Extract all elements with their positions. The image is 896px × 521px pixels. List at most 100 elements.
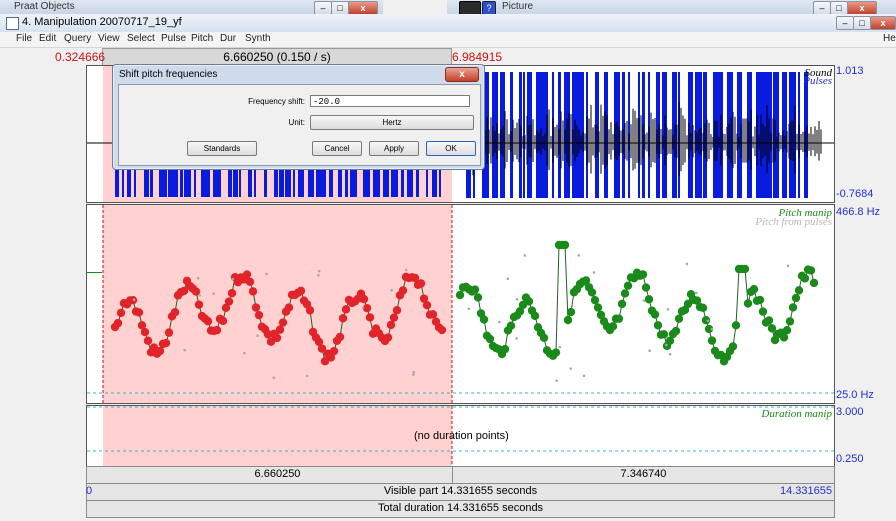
pitch-point <box>800 274 810 283</box>
close-icon[interactable]: x <box>847 1 877 15</box>
menu-pulse[interactable]: Pulse <box>161 33 186 44</box>
pitch-point <box>644 295 654 304</box>
pitch-from-pulses-point <box>666 308 670 311</box>
menu-synth[interactable]: Synth <box>245 33 271 44</box>
visible-part-bar[interactable]: Visible part 14.331655 seconds <box>86 483 835 501</box>
pitch-point <box>365 313 375 322</box>
pitch-point <box>653 321 663 330</box>
pitch-point <box>392 306 402 315</box>
apply-button[interactable]: Apply <box>369 141 419 156</box>
pitch-point <box>500 344 510 354</box>
frequency-shift-label: Frequency shift: <box>248 97 305 106</box>
pitch-point <box>140 327 150 337</box>
pitch-point <box>164 328 174 337</box>
minimize-icon[interactable]: – <box>813 1 831 15</box>
pitch-from-pulses-point <box>390 288 393 292</box>
pitch-point <box>224 297 234 306</box>
pitch-from-pulses-point <box>412 373 415 376</box>
pitch-point <box>779 333 789 342</box>
pulse-mark <box>773 72 779 198</box>
pitch-panel[interactable]: Pitch manip Pitch from pulses <box>86 204 835 404</box>
selection-time-segment[interactable]: 6.660250 <box>103 467 453 483</box>
pitch-point <box>113 318 123 328</box>
pitch-point <box>305 306 315 315</box>
ok-button[interactable]: OK <box>426 141 476 156</box>
pitch-point <box>338 314 348 323</box>
standards-button[interactable]: Standards <box>187 141 257 156</box>
close-icon[interactable]: x <box>870 16 896 30</box>
selection-end-label: 6.984915 <box>452 50 503 64</box>
pitch-from-pulses-point <box>265 272 268 276</box>
pitch-from-pulses-point <box>317 273 320 277</box>
pitch-from-pulses-point <box>555 379 558 383</box>
pitch-from-pulses-point <box>642 299 646 302</box>
pitch-point <box>422 300 432 310</box>
pitch-point <box>479 315 489 324</box>
unit-option-menu[interactable]: Hertz <box>310 115 474 130</box>
pitch-from-pulses-point <box>183 348 186 352</box>
dialog-close-button[interactable]: x <box>445 67 479 82</box>
window-title: 4. Manipulation 20070717_19_yf <box>22 16 182 28</box>
pitch-from-pulses-point <box>592 271 596 274</box>
pitch-point <box>359 294 369 304</box>
time-bar[interactable]: 6.660250 7.346740 <box>86 466 835 484</box>
pitch-point <box>590 296 600 305</box>
pitch-from-pulses-point <box>558 345 562 349</box>
rest-time-segment[interactable]: 7.346740 <box>453 467 834 483</box>
menu-bar: File Edit Query View Select Pulse Pitch … <box>0 32 896 48</box>
background-objects-window-titlebar[interactable]: Praat Objects – □ x <box>0 0 383 15</box>
pitch-from-pulses-point <box>256 334 259 337</box>
close-icon[interactable]: x <box>348 1 378 15</box>
pitch-point <box>203 317 213 326</box>
pitch-point <box>608 322 618 331</box>
menu-help[interactable]: Hel <box>883 33 896 44</box>
pitch-point <box>764 316 774 325</box>
pitch-point <box>143 336 153 345</box>
pitch-point <box>416 279 426 288</box>
pitch-point <box>698 303 708 312</box>
toolbar-icon[interactable] <box>459 1 481 15</box>
help-icon[interactable]: ? <box>482 1 496 15</box>
pitch-point <box>806 266 816 275</box>
pitch-from-pulses-point <box>243 351 246 355</box>
menu-view[interactable]: View <box>98 33 120 44</box>
menu-edit[interactable]: Edit <box>39 33 56 44</box>
shift-pitch-dialog[interactable]: Shift pitch frequencies x Frequency shif… <box>112 64 485 170</box>
picture-window-title: Picture <box>502 1 534 12</box>
pitch-point <box>785 317 795 326</box>
menu-file[interactable]: File <box>16 33 32 44</box>
pitch-point <box>170 308 180 317</box>
manipulation-window-titlebar[interactable]: 4. Manipulation 20070717_19_yf – □ x <box>0 14 896 33</box>
menu-pitch[interactable]: Pitch <box>191 33 213 44</box>
menu-select[interactable]: Select <box>127 33 155 44</box>
pitch-from-pulses-point <box>582 374 586 378</box>
pitch-point <box>218 316 228 326</box>
pitch-point <box>155 346 165 356</box>
background-picture-window-titlebar[interactable]: ? Picture – □ x <box>447 0 896 15</box>
pitch-point <box>383 333 393 342</box>
frequency-shift-input[interactable]: -20.0 <box>310 95 470 107</box>
maximize-icon[interactable]: □ <box>853 16 871 30</box>
cancel-button[interactable]: Cancel <box>312 141 362 156</box>
pitch-from-pulses-point <box>515 297 519 301</box>
total-duration-bar[interactable]: Total duration 14.331655 seconds <box>86 500 835 518</box>
maximize-icon[interactable]: □ <box>830 1 848 15</box>
pitch-point <box>641 283 651 292</box>
pitch-from-pulses-point <box>695 291 698 295</box>
objects-window-title: Praat Objects <box>14 1 75 12</box>
pitch-from-pulses-point <box>523 254 527 257</box>
pitch-point <box>335 332 345 342</box>
duration-panel[interactable]: Duration manip (no duration points) <box>86 405 835 467</box>
pitch-from-pulses-point <box>577 254 581 257</box>
pitch-point <box>671 326 681 336</box>
duration-manip-label: Duration manip <box>761 408 832 420</box>
maximize-icon[interactable]: □ <box>331 1 349 15</box>
minimize-icon[interactable]: – <box>314 1 332 15</box>
pitch-point <box>728 342 738 351</box>
menu-dur[interactable]: Dur <box>220 33 236 44</box>
pitch-point <box>560 240 570 250</box>
pitch-from-pulses-point <box>132 298 136 302</box>
menu-query[interactable]: Query <box>64 33 91 44</box>
minimize-icon[interactable]: – <box>836 16 854 30</box>
selection-time-label: 6.660250 <box>254 468 301 480</box>
